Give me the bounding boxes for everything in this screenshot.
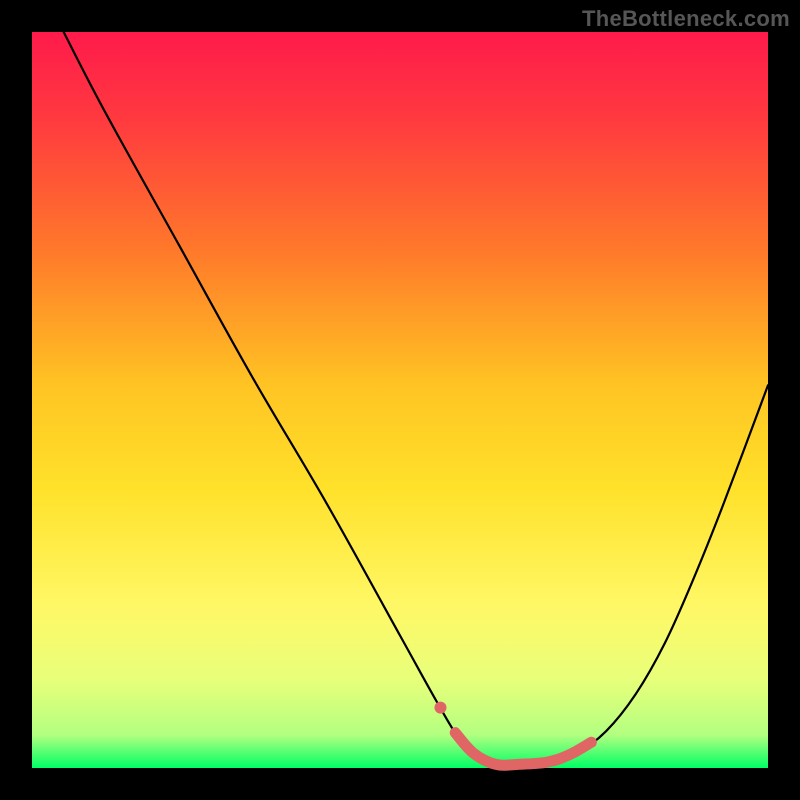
attribution-label: TheBottleneck.com (582, 6, 790, 32)
bottleneck-chart (0, 0, 800, 800)
optimal-range-start-marker (434, 702, 446, 714)
chart-frame: TheBottleneck.com (0, 0, 800, 800)
